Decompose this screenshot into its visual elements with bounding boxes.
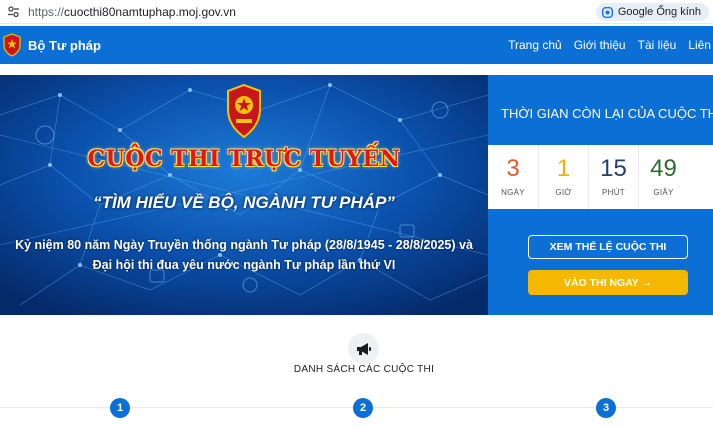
site-settings-icon[interactable]	[6, 5, 20, 19]
countdown-seconds-label: GIÂY	[653, 188, 674, 197]
countdown-days-value: 3	[506, 155, 520, 182]
countdown-hours: 1 GIỜ	[538, 145, 588, 209]
countdown-days-label: NGÀY	[501, 188, 525, 197]
countdown-hours-value: 1	[556, 155, 571, 182]
countdown-minutes-value: 15	[600, 155, 627, 182]
megaphone-icon	[348, 333, 379, 364]
countdown-panel: THỜI GIAN CÒN LẠI CỦA CUỘC THI 3 NGÀY 1 …	[488, 75, 713, 315]
browser-address-bar: https://cuocthi80namtuphap.moj.gov.vn Go…	[0, 0, 713, 24]
banner-description-line-2: Đại hội thi đua yêu nước ngành Tư pháp l…	[92, 258, 396, 272]
nav-home[interactable]: Trang chủ	[508, 38, 562, 52]
view-rules-button[interactable]: XEM THỂ LỆ CUỘC THI	[528, 235, 688, 259]
banner-title: CUỘC THI TRỰC TUYẾN	[87, 146, 401, 172]
lens-label: Google Ống kính	[617, 6, 701, 18]
justice-emblem-icon	[227, 83, 261, 139]
main-nav: Trang chủ Giới thiệu Tài liệu Liên h	[508, 26, 713, 64]
banner-description-line-1: Kỷ niệm 80 năm Ngày Truyền thống ngành T…	[15, 238, 473, 252]
step-1-badge: 1	[110, 398, 130, 418]
google-lens-button[interactable]: Google Ống kính	[595, 3, 709, 21]
countdown-seconds: 49 GIÂY	[638, 145, 688, 209]
enter-contest-button[interactable]: VÀO THI NGAY →	[528, 270, 688, 295]
nav-documents[interactable]: Tài liệu	[638, 38, 677, 52]
url-host: cuocthi80namtuphap.moj.gov.vn	[64, 4, 236, 19]
url-scheme: https://	[28, 4, 65, 19]
banner-subtitle: “TÌM HIỂU VỀ BỘ, NGÀNH TƯ PHÁP”	[93, 193, 395, 212]
countdown-minutes: 15 PHÚT	[588, 145, 638, 209]
countdown-hours-label: GIỜ	[555, 188, 572, 197]
contest-list-title: DANH SÁCH CÁC CUỘC THI	[293, 364, 435, 375]
countdown-minutes-label: PHÚT	[602, 188, 625, 197]
step-2-badge: 2	[353, 398, 373, 418]
countdown-title: THỜI GIAN CÒN LẠI CỦA CUỘC THI	[501, 106, 713, 121]
site-brand[interactable]: Bộ Tư pháp	[28, 38, 101, 53]
lens-icon	[601, 6, 613, 18]
ministry-logo-icon[interactable]	[2, 33, 22, 57]
countdown-timer: 3 NGÀY 1 GIỜ 15 PHÚT 49 GIÂY	[488, 145, 713, 209]
nav-about[interactable]: Giới thiệu	[574, 38, 626, 52]
countdown-days: 3 NGÀY	[488, 145, 538, 209]
nav-contact[interactable]: Liên h	[688, 38, 713, 52]
site-header: Bộ Tư pháp Trang chủ Giới thiệu Tài liệu…	[0, 26, 713, 64]
countdown-seconds-value: 49	[650, 155, 677, 182]
url-field[interactable]: https://cuocthi80namtuphap.moj.gov.vn	[28, 5, 236, 19]
step-3-badge: 3	[596, 398, 616, 418]
